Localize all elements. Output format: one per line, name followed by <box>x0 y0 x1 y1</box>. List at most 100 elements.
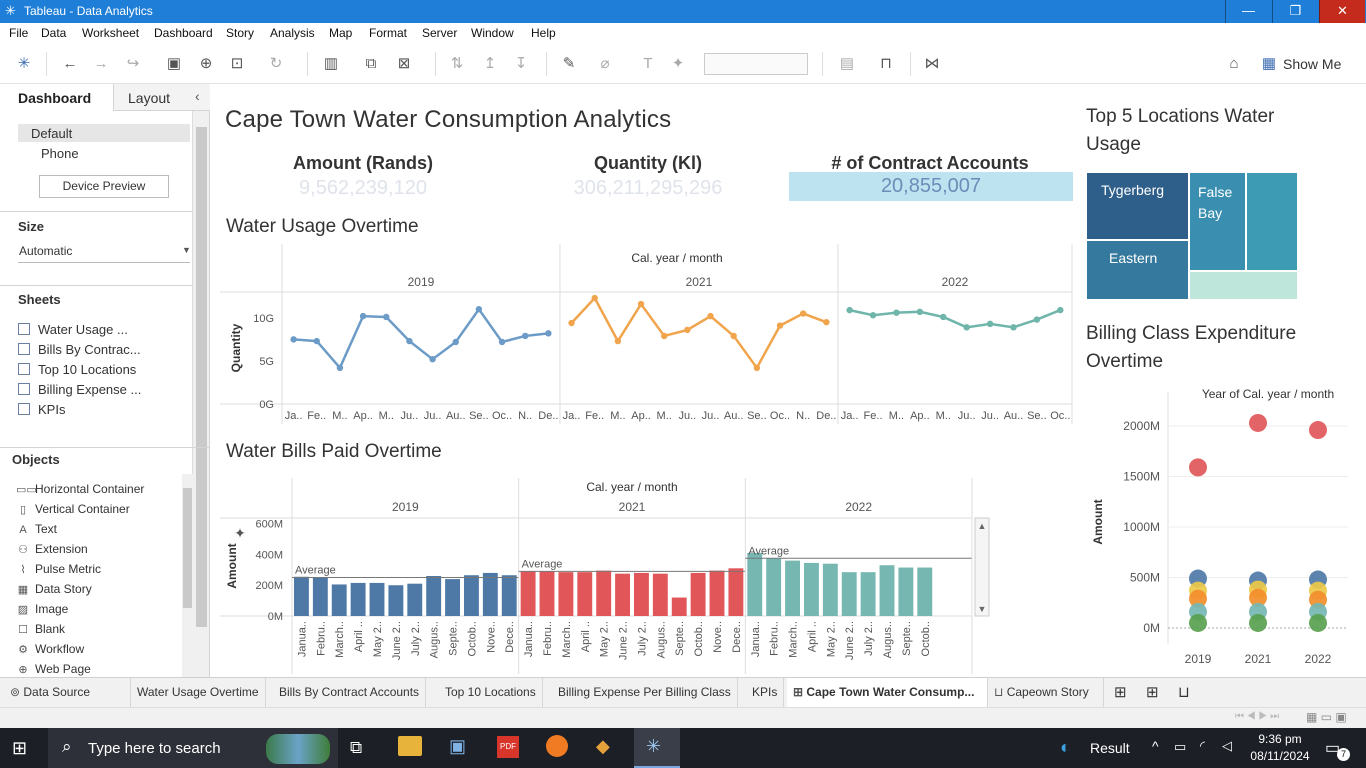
show-hidden-icons-icon[interactable]: ^ <box>1152 738 1159 754</box>
clock-time[interactable]: 9:36 pm <box>1250 732 1310 746</box>
minimize-button[interactable]: — <box>1225 0 1271 23</box>
object-workflow[interactable]: ⚙ Workflow <box>16 642 84 656</box>
restore-button[interactable]: ❐ <box>1272 0 1318 23</box>
size-dropdown[interactable]: Automatic <box>19 244 72 258</box>
objects-scrollbar[interactable] <box>182 474 193 677</box>
firefox-icon[interactable] <box>546 735 568 757</box>
redo-icon[interactable]: → <box>90 54 112 74</box>
tab-data-source[interactable]: ⊚ Data Source <box>4 678 131 707</box>
size-dropdown-arrow-icon[interactable]: ▼ <box>182 245 191 255</box>
group-icon[interactable]: ⌀ <box>594 54 616 74</box>
tab-dashboard[interactable]: Dashboard <box>0 84 113 111</box>
billing-class-scatter-chart[interactable]: Year of Cal. year / month Amount 2000M 1500… <box>1086 382 1356 672</box>
show-me-icon[interactable]: ▦ <box>1258 54 1280 74</box>
tableau-taskbar-button[interactable]: ✳ <box>634 728 680 768</box>
panel-scrollbar[interactable] <box>192 111 209 677</box>
tableau-logo-icon[interactable]: ✳ <box>13 54 35 74</box>
treemap-tile-unlabeled-2[interactable] <box>1189 271 1298 300</box>
sheet-item-bills[interactable]: Bills By Contrac... <box>18 342 141 357</box>
tab-story[interactable]: ⊔ Capeown Story <box>988 678 1104 707</box>
treemap-tile-tygerberg[interactable]: Tygerberg <box>1086 172 1189 240</box>
pin-icon[interactable]: ✦ <box>667 54 689 74</box>
sheet-item-kpis[interactable]: KPIs <box>18 402 65 417</box>
tab-layout[interactable]: Layout ‹ <box>113 84 210 111</box>
duplicate-icon[interactable]: ⧉ <box>360 54 382 74</box>
menu-help[interactable]: Help <box>531 26 556 40</box>
treemap-tile-eastern[interactable]: Eastern <box>1086 240 1189 300</box>
menu-map[interactable]: Map <box>329 26 352 40</box>
new-worksheet-tab-icon[interactable]: ⊞ <box>1108 678 1133 707</box>
windows-start-icon[interactable]: ⊞ <box>12 739 32 757</box>
menu-file[interactable]: File <box>9 26 28 40</box>
undo-icon[interactable]: ← <box>59 54 81 74</box>
sheet-navigation-icon[interactable]: ⏮ ◀ ▶ ⏭ <box>1235 711 1279 722</box>
pause-updates-icon[interactable]: ⊡ <box>226 54 248 74</box>
sort-asc-icon[interactable]: ↥ <box>479 54 501 74</box>
tab-top-locations[interactable]: Top 10 Locations <box>439 678 543 707</box>
menu-analysis[interactable]: Analysis <box>270 26 315 40</box>
object-pulse-metric[interactable]: ⌇ Pulse Metric <box>16 562 101 576</box>
object-vertical-container[interactable]: ▯ Vertical Container <box>16 502 130 516</box>
object-blank[interactable]: ☐ Blank <box>16 622 65 636</box>
format-painter-icon[interactable]: ⌂ <box>1223 54 1245 74</box>
tab-kpis[interactable]: KPIs <box>746 678 785 707</box>
menu-window[interactable]: Window <box>471 26 514 40</box>
sheet-sorter-icon[interactable]: ▦ ▭ ▣ <box>1306 710 1347 724</box>
object-horizontal-container[interactable]: ▭▭Horizontal Container <box>16 482 144 496</box>
tab-water-usage[interactable]: Water Usage Overtime <box>131 678 266 707</box>
sort-desc-icon[interactable]: ↧ <box>510 54 532 74</box>
menu-data[interactable]: Data <box>41 26 66 40</box>
object-extension[interactable]: ⚇ Extension <box>16 542 88 556</box>
show-cards-icon[interactable]: ▤ <box>836 54 858 74</box>
clock-date[interactable]: 08/11/2024 <box>1246 749 1314 763</box>
highlight-icon[interactable]: ✎ <box>558 54 580 74</box>
menu-server[interactable]: Server <box>422 26 457 40</box>
save-icon[interactable]: ▣ <box>163 54 185 74</box>
menu-format[interactable]: Format <box>369 26 407 40</box>
object-text[interactable]: A Text <box>16 522 57 536</box>
tab-bills[interactable]: Bills By Contract Accounts <box>273 678 427 707</box>
app-icon-5[interactable]: ◆ <box>596 736 610 757</box>
weather-label[interactable]: Result <box>1090 740 1130 756</box>
refresh-icon[interactable]: ↻ <box>265 54 287 74</box>
share-icon[interactable]: ⋈ <box>921 54 943 74</box>
object-image[interactable]: ▨ Image <box>16 602 69 616</box>
pdf-app-icon[interactable]: PDF <box>497 736 519 758</box>
water-bills-bar-chart[interactable]: Cal. year / month Amount ✦ 600M 400M 200M 0M 20… <box>220 474 995 674</box>
treemap-tile-unlabeled-1[interactable] <box>1246 172 1298 271</box>
top5-treemap[interactable]: Tygerberg False Bay Eastern <box>1086 172 1298 300</box>
file-explorer-icon[interactable] <box>398 736 422 756</box>
app-icon-2[interactable]: ▣ <box>449 736 466 757</box>
labels-icon[interactable]: T <box>637 54 659 74</box>
device-phone[interactable]: Phone <box>41 146 79 161</box>
kpi-accounts-value[interactable]: 20,855,007 <box>789 172 1073 201</box>
menu-worksheet[interactable]: Worksheet <box>82 26 139 40</box>
menu-story[interactable]: Story <box>226 26 254 40</box>
collapse-panel-icon[interactable]: ‹ <box>195 88 200 104</box>
new-dashboard-tab-icon[interactable]: ⊞ <box>1140 678 1165 707</box>
sheet-item-top-locations[interactable]: Top 10 Locations <box>18 362 136 377</box>
show-me-label[interactable]: Show Me <box>1283 56 1341 72</box>
new-worksheet-icon[interactable]: ▥ <box>320 54 342 74</box>
task-view-icon[interactable]: ⧉ <box>350 738 362 758</box>
menu-dashboard[interactable]: Dashboard <box>154 26 213 40</box>
taskbar-search[interactable]: ⌕ Type here to search <box>48 728 338 768</box>
replay-icon[interactable]: ↪ <box>122 54 144 74</box>
device-default[interactable]: Default <box>18 124 190 142</box>
sheet-item-billing-expense[interactable]: Billing Expense ... <box>18 382 141 397</box>
new-datasource-icon[interactable]: ⊕ <box>195 54 217 74</box>
water-usage-line-chart[interactable]: Cal. year / month Quantity 10G 5G 0G 2019 Ja..… <box>220 244 1075 429</box>
wifi-icon[interactable]: ◜ <box>1200 738 1205 754</box>
treemap-tile-false-bay[interactable]: False Bay <box>1189 172 1246 271</box>
tab-dashboard-active[interactable]: ⊞ Cape Town Water Consump... <box>787 678 988 707</box>
battery-icon[interactable]: ▭ <box>1174 739 1186 755</box>
object-data-story[interactable]: ▦ Data Story <box>16 582 92 596</box>
volume-icon[interactable]: ◁ <box>1222 738 1232 754</box>
presentation-icon[interactable]: ⊓ <box>875 54 897 74</box>
device-preview-button[interactable]: Device Preview <box>39 175 169 198</box>
close-button[interactable]: ✕ <box>1319 0 1365 23</box>
weather-icon[interactable]: ◐ <box>1060 737 1071 758</box>
object-web-page[interactable]: ⊕ Web Page <box>16 662 90 676</box>
swap-icon[interactable]: ⇅ <box>446 54 468 74</box>
tab-billing-expense[interactable]: Billing Expense Per Billing Class <box>552 678 738 707</box>
